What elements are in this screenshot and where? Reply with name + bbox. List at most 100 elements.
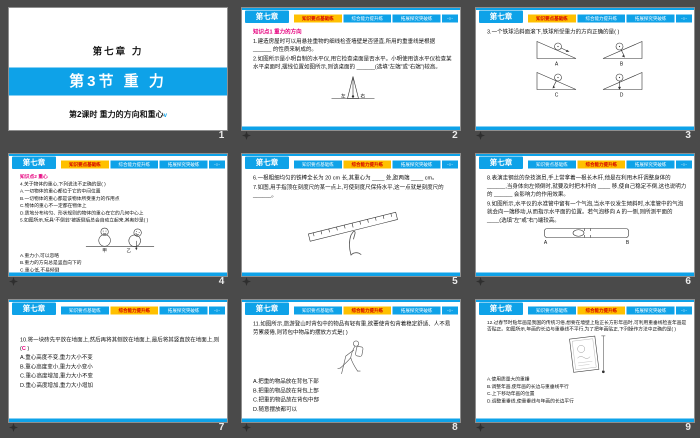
slide-number: 4 bbox=[218, 276, 225, 287]
bottom-accent-bar bbox=[9, 272, 227, 276]
tab-improve-practice: 综合能力提升练 bbox=[343, 14, 392, 23]
question-11-option-c: C.把重的物品放在背包中部 bbox=[253, 397, 320, 403]
question-12-option-d: D.调整重垂线,使重垂线与年画的长边平行 bbox=[486, 398, 574, 404]
cell-7: 第七章 知识要点基础练 综合能力提升练 拓展探究突破练 -○- 10.将一块砖先… bbox=[0, 292, 233, 438]
slide-9-thumbnail[interactable]: 第七章 知识要点基础练 综合能力提升练 拓展探究突破练 -○- 12.过春节时贴… bbox=[474, 299, 695, 423]
question-2: 2.如图所示是小明自制的水平仪,用它检查桌面是否水平。小明使用该水平仪检查某水平… bbox=[253, 55, 452, 70]
section-tabs: 知识要点基础练 综合能力提升练 拓展探究突破练 -○- bbox=[294, 160, 459, 169]
option-label-a: A bbox=[554, 61, 558, 67]
question-1: 1.建造房屋时可以用悬挂重物的细线检查墙壁是否竖直,所用的重垂线是根据 ____… bbox=[253, 38, 436, 53]
template-credit: 第一PPT模板网-WWW.1PPT.COM bbox=[9, 129, 227, 131]
tab-improve-practice: 综合能力提升练 bbox=[576, 14, 625, 23]
tab-breakthrough-practice: 拓展探究突破练 bbox=[393, 160, 441, 169]
question-10-text: 10.将一块砖先平放在地面上,然后再将其侧放在地面上,最后将其竖直放在地面上,则… bbox=[20, 337, 220, 352]
animation-star-icon bbox=[475, 131, 485, 140]
section-tabs: 知识要点基础练 综合能力提升练 拓展探究突破练 -○- bbox=[61, 306, 226, 315]
question-4-option-b: B.一切物体的重心都是该物体所受重力的作用点 bbox=[20, 195, 120, 202]
ruler-on-finger-diagram bbox=[308, 211, 399, 256]
cell-2: 第七章 知识要点基础练 综合能力提升练 拓展探究突破练 -○- 知识点1 重力的… bbox=[233, 0, 466, 146]
chapter-badge: 第七章 bbox=[478, 10, 523, 23]
bottom-accent-bar bbox=[475, 272, 694, 276]
tab-basic-practice: 知识要点基础练 bbox=[527, 160, 576, 169]
question-10-option-a: A.重心高度不变,重力大小不变 bbox=[20, 354, 93, 361]
incline-ball-diagrams: A B C D bbox=[536, 40, 642, 98]
chapter-badge: 第七章 bbox=[245, 156, 290, 169]
question-4-option-d: D.质地分布均匀、形状规则的物体的重心在它的几何中心上 bbox=[20, 210, 144, 216]
slide-1-thumbnail[interactable]: 第七章 力 第3节 重 力 第2课时 重力的方向和重心v 第一PPT模板网-WW… bbox=[8, 7, 228, 131]
cell-5: 第七章 知识要点基础练 综合能力提升练 拓展探究突破练 -○- 6.一根粗细均匀… bbox=[233, 146, 466, 292]
chapter-badge: 第七章 bbox=[478, 302, 523, 315]
bottom-accent-bar bbox=[242, 272, 461, 276]
tab-breakthrough-practice: 拓展探究突破练 bbox=[159, 160, 208, 169]
slide-5-thumbnail[interactable]: 第七章 知识要点基础练 综合能力提升练 拓展探究突破练 -○- 6.一根粗细均匀… bbox=[241, 153, 462, 277]
tab-end-marker: -○- bbox=[675, 160, 692, 169]
question-12: 12.过春节时贴年画是我国的传统习俗,想要在墙壁上贴正长方形年画时,可利用重垂线… bbox=[486, 320, 686, 332]
slide-7-thumbnail[interactable]: 第七章 知识要点基础练 综合能力提升练 拓展探究突破练 -○- 10.将一块砖先… bbox=[8, 299, 228, 423]
slide-6-thumbnail[interactable]: 第七章 知识要点基础练 综合能力提升练 拓展探究突破练 -○- 8.表演走钢丝的… bbox=[474, 153, 695, 277]
bottom-accent-bar bbox=[242, 418, 461, 422]
tab-breakthrough-practice: 拓展探究突破练 bbox=[626, 160, 675, 169]
question-8: 8.表演走钢丝的杂技演员,手上常拿着一根长木杆,他是在利用木杆调整身体的 ___… bbox=[486, 175, 686, 198]
spirit-level-diagram: A B bbox=[543, 228, 629, 246]
slide-2-thumbnail[interactable]: 第七章 知识要点基础练 综合能力提升练 拓展探究突破练 -○- 知识点1 重力的… bbox=[241, 7, 462, 131]
question-5: 5.如图所示,玩具“不倒翁”被扳倒后总会自动立起来,其奥妙是( ) bbox=[20, 217, 149, 224]
figure-label-jia: 甲 bbox=[102, 248, 107, 253]
tab-breakthrough-practice: 拓展探究突破练 bbox=[159, 306, 208, 315]
tab-end-marker: -○- bbox=[209, 306, 226, 315]
knowledge-point-heading: 知识点1 重力的方向 bbox=[253, 29, 302, 35]
animation-star-icon bbox=[475, 423, 485, 432]
chapter-badge: 第七章 bbox=[12, 302, 56, 315]
question-4: 4.关于物体的重心,下列说法不正确的是( ) bbox=[20, 181, 106, 187]
tab-improve-practice: 综合能力提升练 bbox=[110, 306, 159, 315]
slide-number: 9 bbox=[685, 422, 691, 433]
section-tabs: 知识要点基础练 综合能力提升练 拓展探究突破练 -○- bbox=[527, 160, 692, 169]
tab-end-marker: -○- bbox=[209, 160, 226, 169]
figure-label-yi: 乙 bbox=[127, 247, 132, 253]
option-label-b: B bbox=[619, 61, 623, 67]
section-tabs: 知识要点基础练 综合能力提升练 拓展探究突破练 -○- bbox=[294, 306, 459, 315]
question-9: 9.如图所示,水平仪的水准管中留有一个气泡,当水平仪发生倾斜时,水准管中的气泡就… bbox=[486, 200, 683, 224]
tab-breakthrough-practice: 拓展探究突破练 bbox=[626, 306, 675, 315]
question-6: 6.一根粗细均匀的铁棒全长为 20 cm 长,其重心为 ____ 处,距两端 _… bbox=[253, 175, 438, 181]
subtitle-text: 第2课时 重力的方向和重心 bbox=[68, 110, 164, 120]
question-3: 3.一个铁球沿斜面滚下,铁球所受重力的方向正确的是( ) bbox=[486, 29, 619, 35]
animation-star-icon bbox=[9, 423, 18, 432]
slide-number: 6 bbox=[685, 276, 691, 287]
question-11-option-a: A.把重的物品放在背包下部 bbox=[253, 378, 320, 385]
tab-basic-practice: 知识要点基础练 bbox=[61, 306, 109, 315]
tab-breakthrough-practice: 拓展探究突破练 bbox=[393, 14, 441, 23]
slide-number: 2 bbox=[452, 130, 458, 141]
bottom-accent-bar bbox=[475, 418, 694, 422]
level-label-a: A bbox=[543, 240, 547, 246]
section-tabs: 知识要点基础练 综合能力提升练 拓展探究突破练 -○- bbox=[527, 306, 692, 315]
plumb-level-diagram: 左 右 bbox=[331, 76, 375, 99]
tab-end-marker: -○- bbox=[442, 306, 459, 315]
cell-6: 第七章 知识要点基础练 综合能力提升练 拓展探究突破练 -○- 8.表演走钢丝的… bbox=[467, 146, 700, 292]
slide-4-thumbnail[interactable]: 第七章 知识要点基础练 综合能力提升练 拓展探究突破练 -○- 知识点2 重心 … bbox=[8, 153, 228, 277]
tab-end-marker: -○- bbox=[442, 160, 459, 169]
question-10-option-b: B.重心高度变小,重力大小变小 bbox=[20, 363, 93, 370]
slide-number: 8 bbox=[452, 422, 458, 433]
tab-end-marker: -○- bbox=[675, 14, 692, 23]
tab-improve-practice: 综合能力提升练 bbox=[576, 306, 625, 315]
question-12-option-b: B.调整年画,使年画的长边与重垂线平行 bbox=[486, 383, 569, 390]
hiker-diagram bbox=[337, 340, 364, 374]
question-7: 7.如图,用手指顶在刻度尺的某一点上,可使刻度尺保持水平,这一点就是刻度尺的 _… bbox=[253, 184, 444, 199]
question-10-option-c: C.重心高度增加,重力大小不变 bbox=[20, 373, 94, 379]
question-12-option-c: C.上下移动年画的位置 bbox=[486, 391, 535, 397]
section-tabs: 知识要点基础练 综合能力提升练 拓展探究突破练 -○- bbox=[527, 14, 692, 23]
tab-basic-practice: 知识要点基础练 bbox=[294, 160, 343, 169]
slide-8-thumbnail[interactable]: 第七章 知识要点基础练 综合能力提升练 拓展探究突破练 -○- 11.如图所示,… bbox=[241, 299, 462, 423]
question-10-option-d: D.重心高度增加,重力大小增加 bbox=[20, 382, 94, 389]
question-4-option-c: C.物体的重心不一定都在物体上 bbox=[20, 203, 87, 209]
slide-number: 5 bbox=[452, 276, 458, 287]
chapter-badge: 第七章 bbox=[245, 10, 290, 23]
tab-basic-practice: 知识要点基础练 bbox=[527, 14, 576, 23]
section-tabs: 知识要点基础练 综合能力提升练 拓展探究突破练 -○- bbox=[61, 160, 226, 169]
roly-poly-diagram: 甲 乙 bbox=[85, 227, 155, 253]
slide-3-thumbnail[interactable]: 第七章 知识要点基础练 综合能力提升练 拓展探究突破练 -○- 3.一个铁球沿斜… bbox=[474, 7, 695, 131]
slide-number: 1 bbox=[218, 130, 225, 141]
chapter-title: 第七章 力 bbox=[92, 46, 144, 58]
knowledge-point-heading: 知识点2 重心 bbox=[20, 174, 48, 180]
tab-improve-practice: 综合能力提升练 bbox=[343, 306, 392, 315]
